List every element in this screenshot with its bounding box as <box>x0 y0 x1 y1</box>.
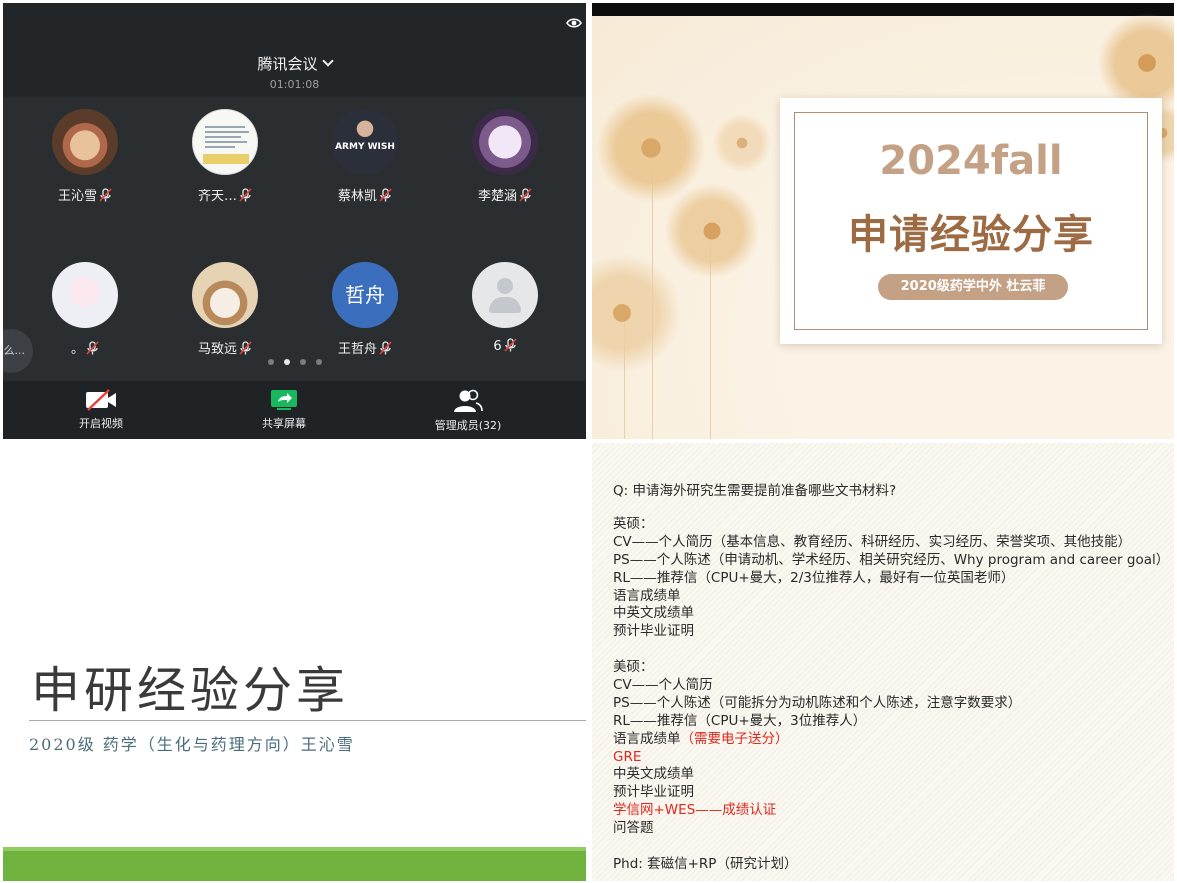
member-name: 马致远 <box>197 342 237 357</box>
meeting-window: 腾讯会议 01:01:08 王沁雪 齐天… ARMY WISH 蔡林凯 李楚涵 <box>3 3 586 439</box>
mic-muted-icon <box>239 341 252 355</box>
mic-muted-icon <box>504 338 517 352</box>
flower-decoration <box>664 183 760 279</box>
list-item: PS——个人陈述（可能拆分为动机陈述和个人陈述，注意字数要求） <box>613 694 1022 711</box>
mic-muted-icon <box>86 341 99 355</box>
page-indicator[interactable] <box>3 359 586 365</box>
slide-subtitle: 2020级 药学（生化与药理方向）王沁雪 <box>29 735 355 754</box>
members-icon <box>454 389 483 412</box>
avatar: 哲舟 <box>332 262 398 328</box>
avatar <box>192 262 258 328</box>
avatar <box>192 109 258 175</box>
flower-decoration <box>596 93 706 203</box>
member-tile[interactable]: 。 <box>15 257 155 367</box>
member-name: 王沁雪 <box>57 189 97 204</box>
list-item: PS——个人陈述（申请动机、学术经历、相关研究经历、Why program an… <box>613 551 1170 568</box>
qa-slide: Q: 申请海外研究生需要提前准备哪些文书材料? 英硕： CV——个人简历（基本信… <box>592 443 1174 881</box>
member-tile[interactable]: 哲舟 王哲舟 <box>295 257 435 367</box>
avatar-text: ARMY WISH <box>335 142 395 152</box>
divider <box>29 720 586 721</box>
list-item: CV——个人简历（基本信息、教育经历、科研经历、实习经历、荣誉奖项、其他技能） <box>613 533 1132 550</box>
start-video-button[interactable]: 开启视频 <box>41 389 161 435</box>
member-name: 齐天… <box>197 189 237 204</box>
avatar <box>52 109 118 175</box>
uk-header: 英硕： <box>613 516 654 532</box>
title-slide: 2024fall 申请经验分享 2020级药学中外 杜云菲 <box>592 3 1174 439</box>
list-item: 语言成绩单 <box>613 587 681 604</box>
member-name: 6 <box>493 339 502 354</box>
answer-list: 英硕： CV——个人简历（基本信息、教育经历、科研经历、实习经历、荣誉奖项、其他… <box>613 516 1169 838</box>
presenter-badge: 2020级药学中外 杜云菲 <box>878 274 1068 300</box>
default-avatar-icon <box>472 262 538 328</box>
member-name: 蔡林凯 <box>337 189 377 204</box>
list-item: 问答题 <box>613 820 654 837</box>
list-item-highlight: GRE <box>613 748 642 765</box>
meeting-toolbar: 开启视频 共享屏幕 管理成员(32) <box>3 381 586 439</box>
eye-icon[interactable] <box>566 17 582 29</box>
manage-members-button[interactable]: 管理成员(32) <box>408 389 528 435</box>
footer-band <box>3 847 586 881</box>
member-tile[interactable]: 齐天… <box>155 104 295 214</box>
meeting-title-label: 腾讯会议 <box>257 55 318 73</box>
list-item: 预计毕业证明 <box>613 784 694 801</box>
member-grid: 王沁雪 齐天… ARMY WISH 蔡林凯 李楚涵 。 马致远 哲舟 王哲舟 6 <box>3 101 586 381</box>
page-dot-active[interactable] <box>283 359 290 365</box>
title-main: 申请经验分享 <box>848 212 1094 258</box>
mic-muted-icon <box>519 188 532 202</box>
list-item: RL——推荐信（CPU+曼大，2/3位推荐人，最好有一位英国老师） <box>613 569 1015 586</box>
phd-line: Phd: 套磁信+RP（研究计划） <box>613 856 798 872</box>
member-tile[interactable]: 王沁雪 <box>15 104 155 214</box>
chevron-down-icon[interactable] <box>321 55 334 67</box>
list-item-highlight: 学信网+WES——成绩认证 <box>613 802 777 819</box>
member-name: 李楚涵 <box>477 189 517 204</box>
mic-muted-icon <box>99 188 112 202</box>
share-screen-button[interactable]: 共享屏幕 <box>224 389 344 435</box>
mic-muted-icon <box>379 341 392 355</box>
flower-decoration <box>712 113 772 173</box>
question-text: Q: 申请海外研究生需要提前准备哪些文书材料? <box>613 483 897 499</box>
language-score-text: 语言成绩单 <box>613 730 681 747</box>
member-tile[interactable]: 李楚涵 <box>435 104 575 214</box>
meeting-timer: 01:01:08 <box>269 78 320 91</box>
list-item: CV——个人简历 <box>613 677 713 694</box>
page-dot[interactable] <box>315 359 322 365</box>
manage-members-label: 管理成员(32) <box>434 419 502 432</box>
us-header: 美硕： <box>613 659 654 676</box>
member-name: 王哲舟 <box>337 342 377 357</box>
slide-heading: 申研经验分享 <box>31 662 350 719</box>
member-name: 。 <box>70 342 84 357</box>
video-off-icon <box>86 389 116 411</box>
title-card: 2024fall 申请经验分享 2020级药学中外 杜云菲 <box>780 98 1162 344</box>
footer-band-highlight <box>3 847 586 851</box>
start-video-label: 开启视频 <box>79 417 123 430</box>
avatar: ARMY WISH <box>332 109 398 175</box>
language-score-note: （需要电子送分） <box>680 730 789 747</box>
member-tile[interactable]: 6 <box>435 257 575 367</box>
meeting-title[interactable]: 腾讯会议 <box>3 53 586 74</box>
mic-muted-icon <box>379 188 392 202</box>
list-item: 语言成绩单（需要电子送分） <box>613 731 1169 749</box>
list-item: 中英文成绩单 <box>613 605 694 622</box>
page-dot[interactable] <box>299 359 306 365</box>
flower-decoration <box>592 253 682 373</box>
slide-top-bar <box>592 3 1174 16</box>
title-year: 2024fall <box>879 138 1063 184</box>
intro-slide: 申研经验分享 2020级 药学（生化与药理方向）王沁雪 <box>3 443 586 881</box>
list-item: RL——推荐信（CPU+曼大，3位推荐人） <box>613 712 867 729</box>
avatar <box>52 262 118 328</box>
share-screen-icon <box>271 390 297 410</box>
page-dot[interactable] <box>267 359 274 365</box>
list-item: 中英文成绩单 <box>613 766 694 783</box>
avatar <box>472 109 538 175</box>
mic-muted-icon <box>239 188 252 202</box>
member-tile[interactable]: ARMY WISH 蔡林凯 <box>295 104 435 214</box>
member-tile[interactable]: 马致远 <box>155 257 295 367</box>
list-item: 预计毕业证明 <box>613 623 694 640</box>
share-screen-label: 共享屏幕 <box>262 417 306 430</box>
